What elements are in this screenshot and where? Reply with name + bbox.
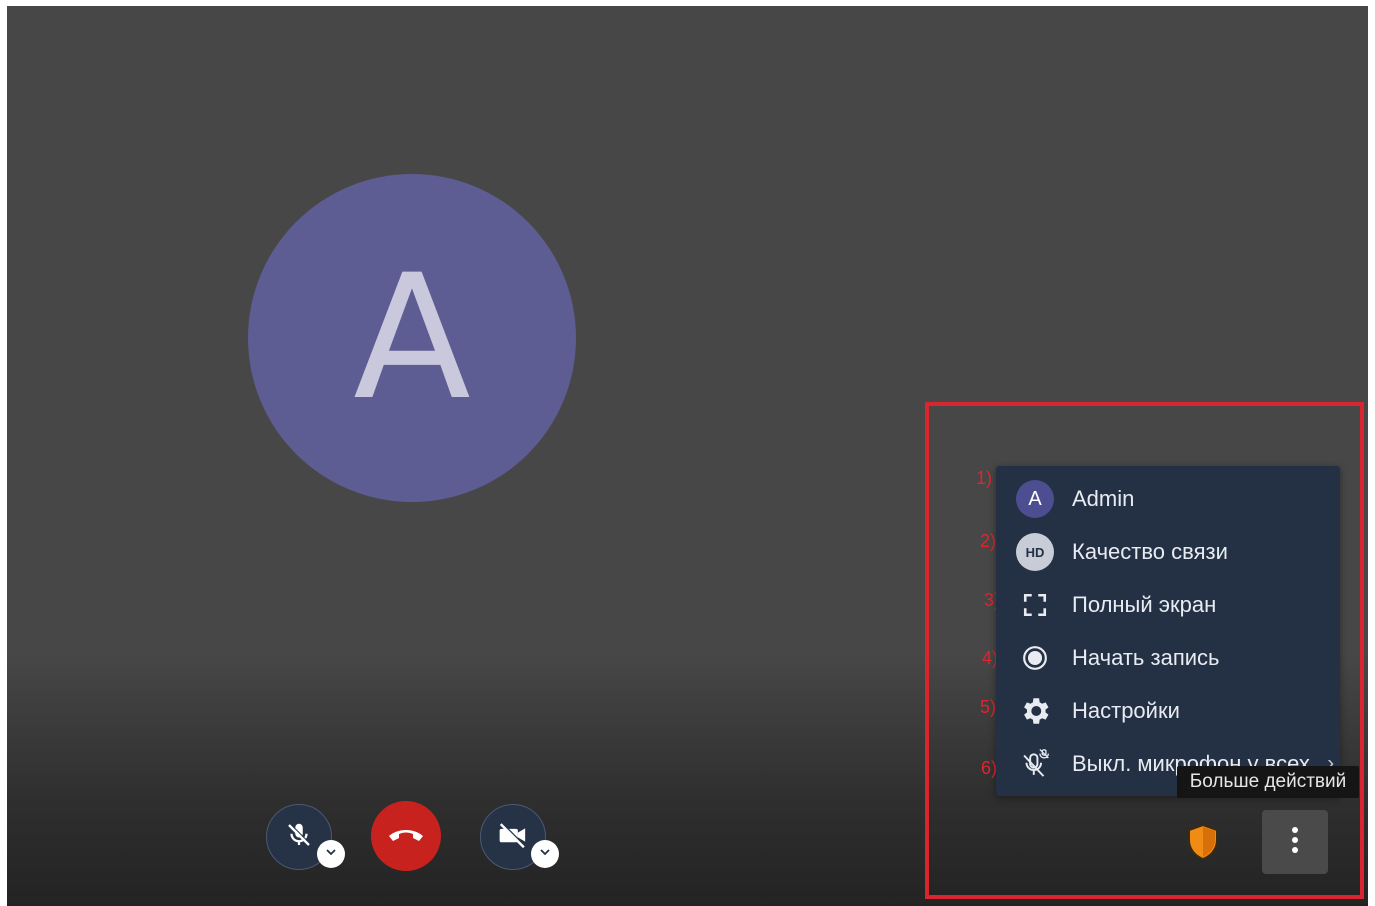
menu-item-label: Полный экран xyxy=(1072,592,1217,617)
menu-item-admin[interactable]: A Admin xyxy=(996,473,1340,525)
mic-off-icon xyxy=(284,820,314,855)
camera-options-button[interactable] xyxy=(531,840,559,868)
hd-icon: HD xyxy=(1016,533,1054,571)
menu-item-settings[interactable]: Настройки xyxy=(996,685,1340,737)
chevron-down-icon xyxy=(324,845,338,864)
participant-avatar-letter: A xyxy=(353,237,471,438)
gear-icon xyxy=(1016,692,1054,730)
fullscreen-icon xyxy=(1016,586,1054,624)
annotation-number-5: 5) xyxy=(980,697,997,717)
annotation-number-2: 2) xyxy=(980,531,997,551)
camera-off-icon xyxy=(496,820,530,855)
user-avatar-icon: A xyxy=(1016,480,1054,518)
menu-item-label: Настройки xyxy=(1072,698,1180,723)
participant-avatar: A xyxy=(248,174,576,502)
menu-item-label: Начать запись xyxy=(1072,645,1220,670)
menu-item-quality[interactable]: HD Качество связи xyxy=(996,526,1340,578)
more-actions-menu: A Admin HD Качество связи Полный экран Н… xyxy=(996,466,1340,796)
security-shield-icon[interactable] xyxy=(1186,823,1220,861)
menu-item-label: Admin xyxy=(1072,486,1135,511)
more-actions-button[interactable] xyxy=(1262,810,1328,874)
annotation-number-1: 1) xyxy=(976,468,993,488)
mic-options-button[interactable] xyxy=(317,840,345,868)
hangup-button[interactable] xyxy=(371,801,441,871)
phone-hangup-icon xyxy=(386,824,426,849)
mute-all-icon xyxy=(1016,745,1054,783)
menu-item-label: Качество связи xyxy=(1072,539,1228,564)
chevron-down-icon xyxy=(538,845,552,864)
menu-item-fullscreen[interactable]: Полный экран xyxy=(996,579,1340,631)
more-vertical-icon xyxy=(1290,825,1300,860)
more-actions-tooltip: Больше действий xyxy=(1177,766,1359,798)
menu-item-record[interactable]: Начать запись xyxy=(996,632,1340,684)
annotation-number-6: 6) xyxy=(981,758,998,778)
record-icon xyxy=(1016,639,1054,677)
